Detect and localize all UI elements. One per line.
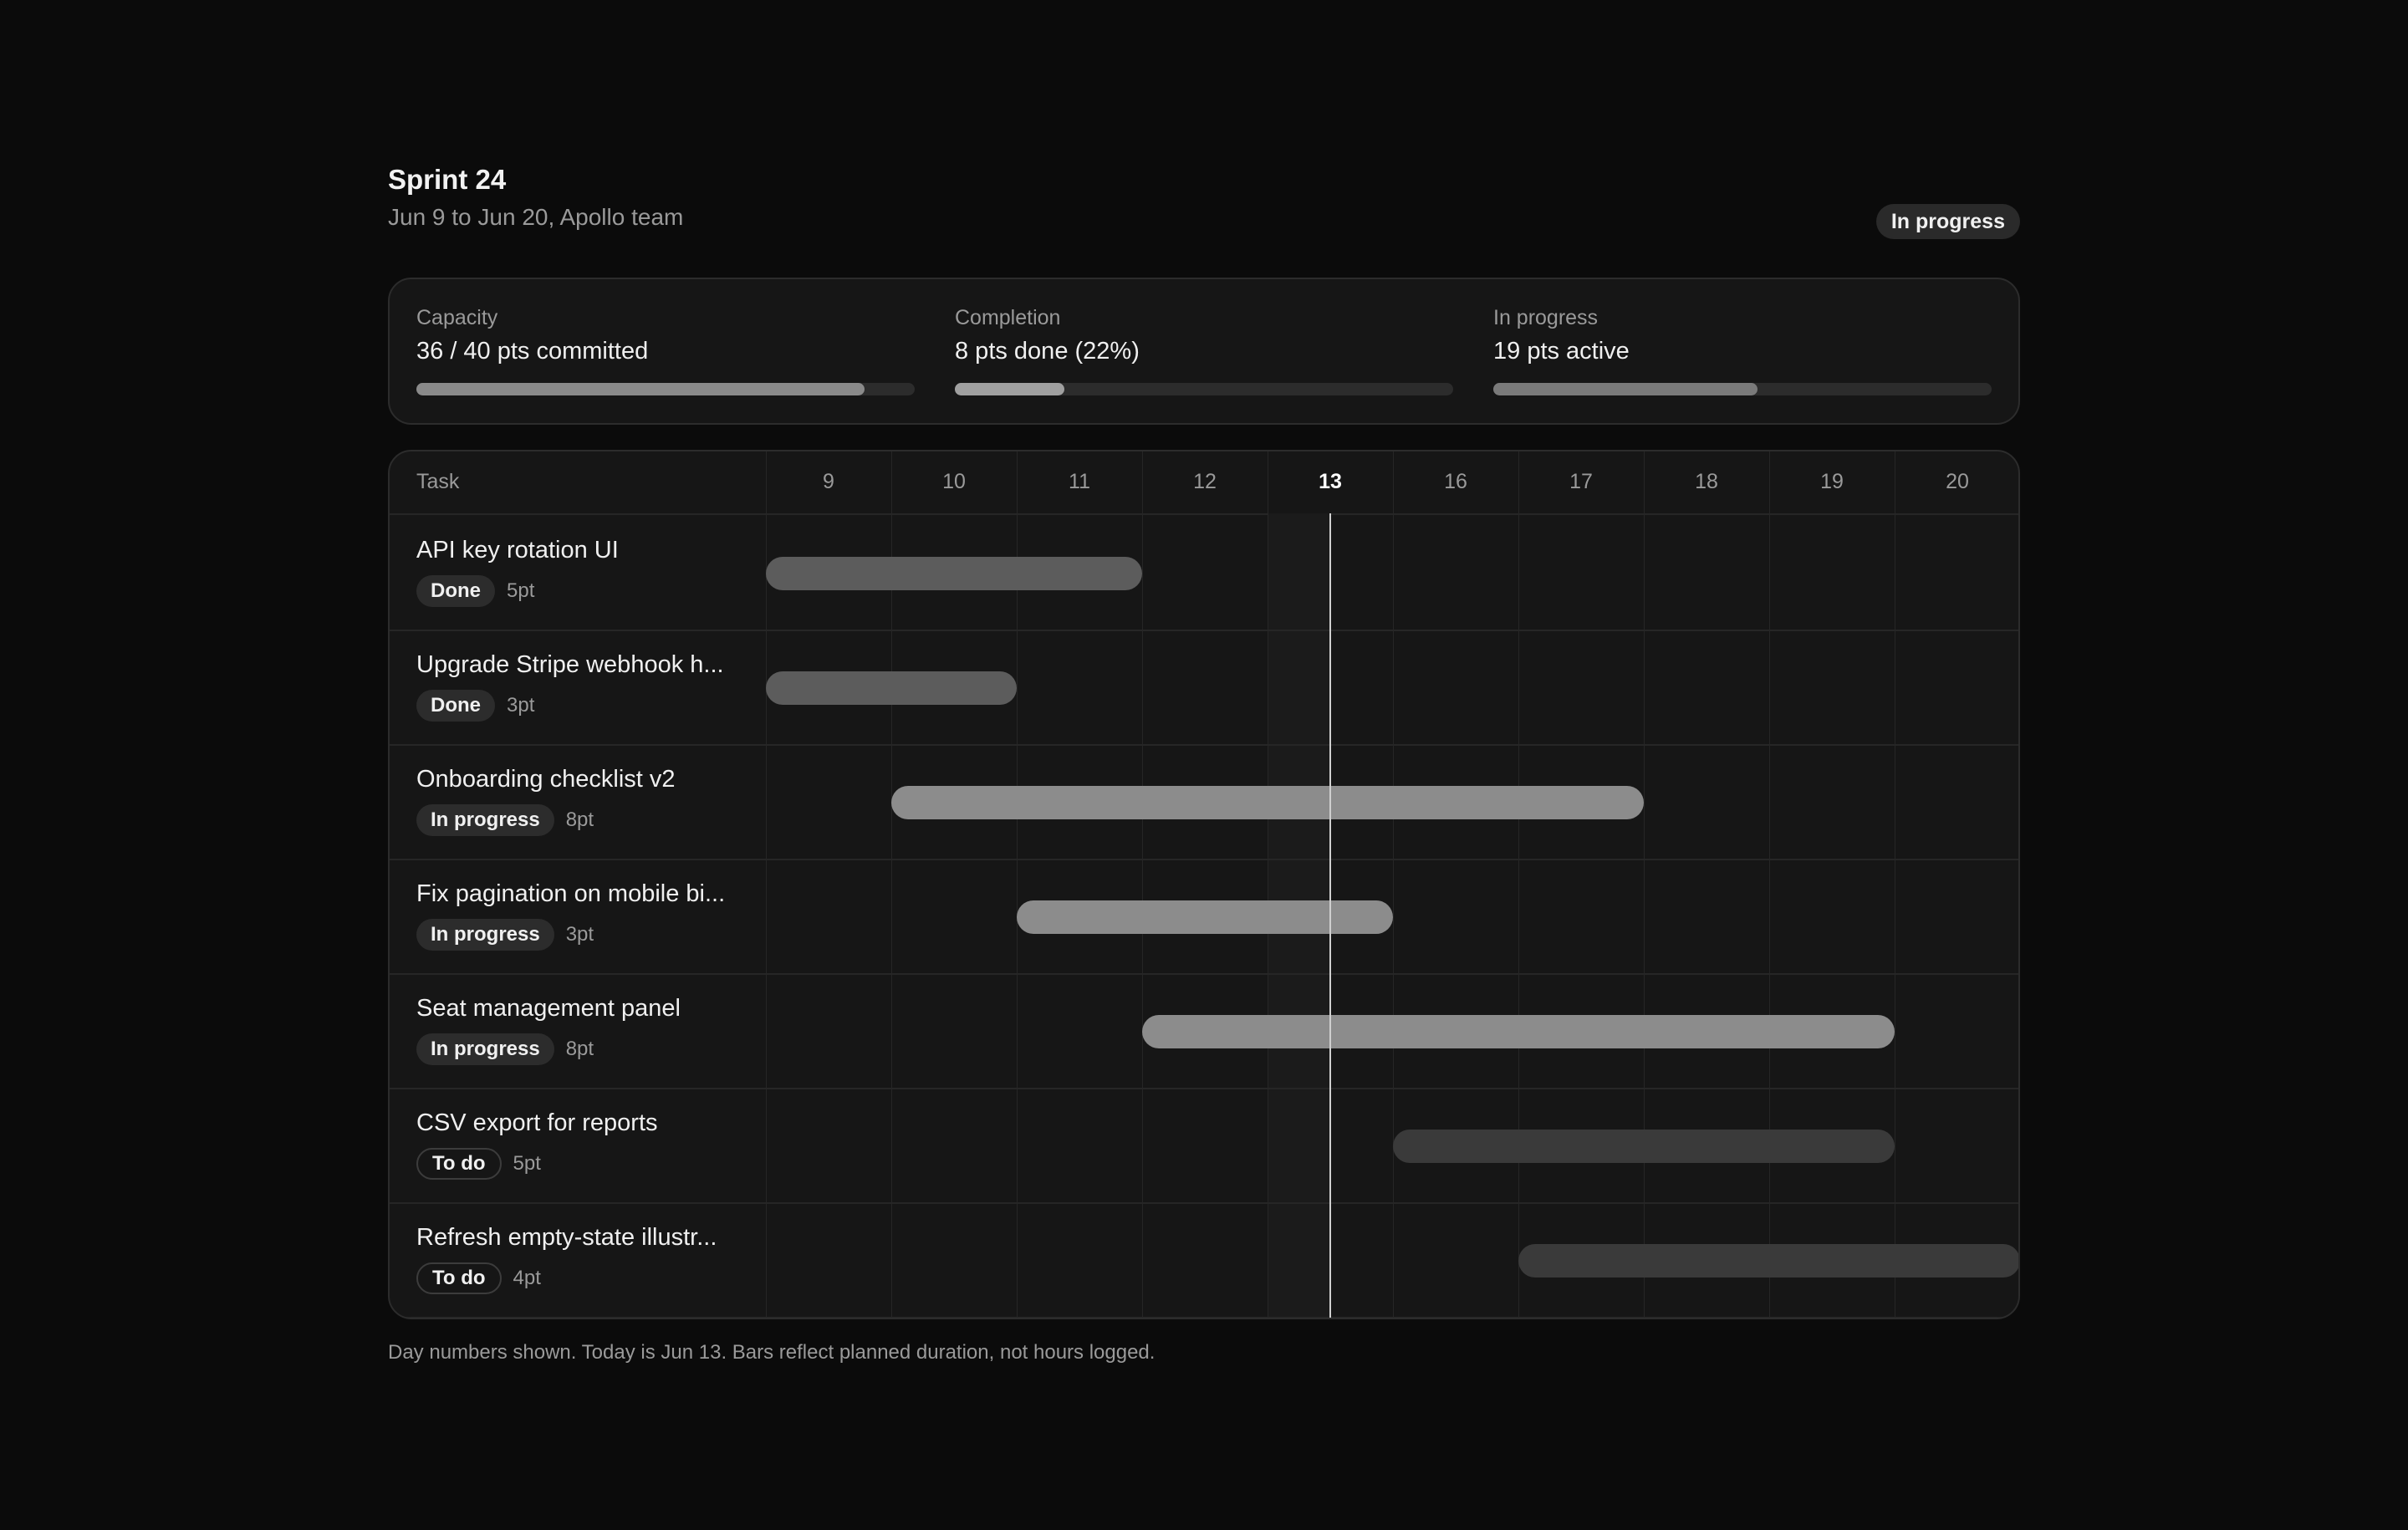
- task-row[interactable]: API key rotation UI Done 5pt: [390, 515, 2018, 631]
- task-points: 5pt: [507, 579, 535, 602]
- task-name[interactable]: CSV export for reports: [416, 1109, 658, 1137]
- day-header-18: 18: [1695, 470, 1718, 493]
- task-row[interactable]: Upgrade Stripe webhook h... Done 3pt: [390, 630, 2018, 746]
- day-header-19: 19: [1820, 470, 1844, 493]
- task-name[interactable]: Upgrade Stripe webhook h...: [416, 651, 724, 679]
- metric-progress-fill: [955, 383, 1065, 395]
- task-bar[interactable]: [1142, 1015, 1895, 1048]
- sprint-subtitle: Jun 9 to Jun 20, Apollo team: [388, 204, 684, 230]
- metric-progress-track: [1493, 383, 1992, 395]
- task-points: 3pt: [507, 694, 535, 717]
- task-bar[interactable]: [766, 557, 1142, 590]
- metric-value: 36 / 40 pts committed: [416, 338, 649, 365]
- task-status-badge: To do: [416, 1148, 502, 1180]
- task-points: 3pt: [565, 923, 594, 946]
- task-name[interactable]: Onboarding checklist v2: [416, 766, 676, 793]
- task-points: 4pt: [513, 1267, 541, 1289]
- task-status-badge: To do: [416, 1262, 502, 1294]
- day-header-11: 11: [1069, 470, 1090, 493]
- metric-label: Completion: [955, 306, 1061, 329]
- task-status-badge: Done: [416, 690, 495, 722]
- day-header-12: 12: [1193, 470, 1217, 493]
- sprint-title: Sprint 24: [388, 164, 507, 195]
- metric-label: Capacity: [416, 306, 498, 329]
- metric-progress-track: [416, 383, 915, 395]
- task-meta: In progress 8pt: [416, 804, 594, 836]
- metric-progress-fill: [1493, 383, 1758, 395]
- gantt-chart: Task 9 10 11 12 13 16 17 18 19 20 API key rotatio…: [388, 450, 2020, 1319]
- task-status-badge: In progress: [416, 1033, 554, 1065]
- day-header-20: 20: [1946, 470, 1969, 493]
- task-row[interactable]: CSV export for reports To do 5pt: [390, 1088, 2018, 1204]
- day-header-17: 17: [1569, 470, 1593, 493]
- day-header-13: 13: [1319, 470, 1342, 493]
- metric-label: In progress: [1493, 306, 1599, 329]
- task-points: 8pt: [565, 1038, 594, 1060]
- task-bar[interactable]: [891, 786, 1644, 819]
- task-points: 8pt: [565, 808, 594, 831]
- day-header-10: 10: [942, 470, 966, 493]
- sprint-status-badge: In progress: [1875, 204, 2020, 239]
- task-name[interactable]: Refresh empty-state illustr...: [416, 1224, 717, 1252]
- task-meta: To do 4pt: [416, 1262, 541, 1294]
- task-meta: To do 5pt: [416, 1148, 541, 1180]
- task-bar[interactable]: [1518, 1244, 2018, 1278]
- task-meta: In progress 8pt: [416, 1033, 594, 1065]
- gantt-header: Task 9 10 11 12 13 16 17 18 19 20: [390, 451, 2018, 515]
- task-row[interactable]: Refresh empty-state illustr... To do 4pt: [390, 1202, 2018, 1318]
- task-status-badge: In progress: [416, 919, 554, 951]
- task-status-badge: In progress: [416, 804, 554, 836]
- task-name[interactable]: API key rotation UI: [416, 537, 619, 564]
- day-header-9: 9: [823, 470, 834, 493]
- task-name[interactable]: Seat management panel: [416, 995, 681, 1023]
- day-header-16: 16: [1444, 470, 1467, 493]
- metric-progress-fill: [416, 383, 865, 395]
- task-name[interactable]: Fix pagination on mobile bi...: [416, 880, 725, 908]
- sprint-view: Sprint 24 Jun 9 to Jun 20, Apollo team I…: [388, 164, 2020, 1364]
- task-meta: In progress 3pt: [416, 919, 594, 951]
- footnote: Day numbers shown. Today is Jun 13. Bars…: [388, 1341, 1156, 1364]
- metric-capacity: Capacity 36 / 40 pts committed: [416, 279, 915, 423]
- task-row[interactable]: Seat management panel In progress 8pt: [390, 973, 2018, 1089]
- task-meta: Done 5pt: [416, 575, 534, 607]
- sprint-header: Sprint 24 Jun 9 to Jun 20, Apollo team I…: [388, 164, 2020, 258]
- task-row[interactable]: Fix pagination on mobile bi... In progres…: [390, 859, 2018, 975]
- metric-value: 19 pts active: [1493, 338, 1630, 365]
- task-bar[interactable]: [1017, 900, 1393, 934]
- metric-in-progress: In progress 19 pts active: [1493, 279, 1992, 423]
- task-bar[interactable]: [766, 671, 1017, 705]
- task-meta: Done 3pt: [416, 690, 534, 722]
- metrics-card: Capacity 36 / 40 pts committed Completio…: [388, 278, 2020, 425]
- today-marker-line: [1329, 513, 1331, 1318]
- task-bar[interactable]: [1393, 1130, 1895, 1163]
- task-column-header: Task: [416, 470, 460, 493]
- task-status-badge: Done: [416, 575, 495, 607]
- metric-progress-track: [955, 383, 1453, 395]
- task-points: 5pt: [513, 1152, 541, 1175]
- metric-completion: Completion 8 pts done (22%): [955, 279, 1453, 423]
- task-row[interactable]: Onboarding checklist v2 In progress 8pt: [390, 744, 2018, 860]
- metric-value: 8 pts done (22%): [955, 338, 1140, 365]
